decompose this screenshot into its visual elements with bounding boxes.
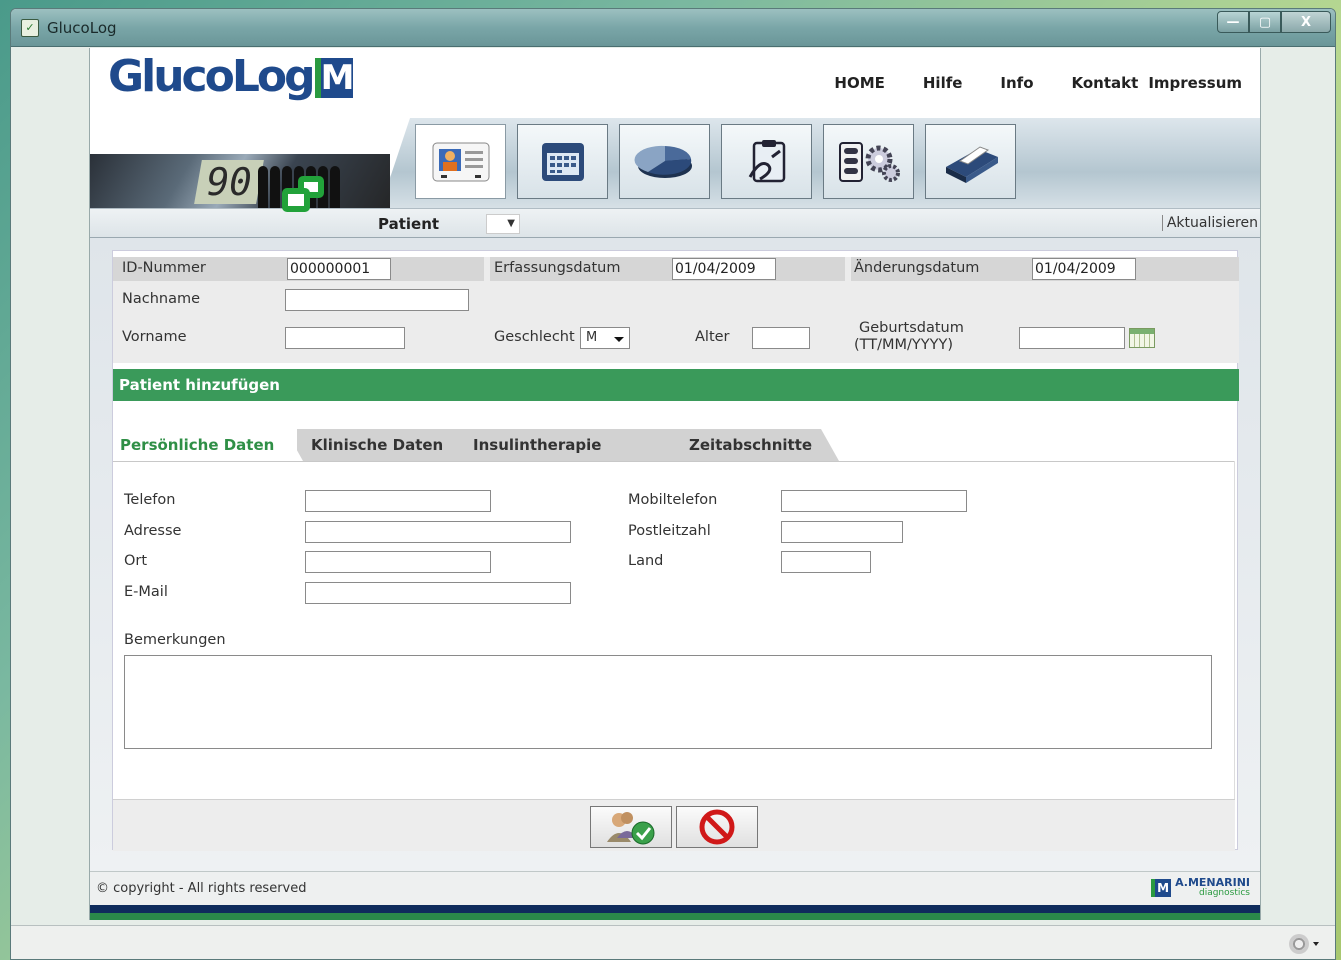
cancel-no-icon — [699, 809, 735, 845]
calendar-picker-icon[interactable] — [1129, 328, 1155, 348]
toolbar — [415, 124, 1016, 199]
city-field[interactable] — [305, 551, 491, 573]
patient-selector-row: Patient ▼ Aktualisieren — [90, 208, 1260, 238]
notes-label: Bemerkungen — [124, 632, 226, 648]
zip-field[interactable] — [781, 521, 903, 543]
form-actions — [113, 799, 1235, 851]
patient-form-panel: ID-Nummer Erfassungsdatum Änderungsdatum… — [112, 250, 1239, 851]
nav-help[interactable]: Hilfe — [923, 74, 963, 92]
tab-insulin[interactable]: Insulintherapie — [453, 429, 683, 461]
country-field[interactable] — [781, 551, 871, 573]
save-patient-button[interactable] — [590, 806, 672, 848]
chevron-down-icon[interactable] — [1313, 942, 1319, 949]
main-content: ID-Nummer Erfassungsdatum Änderungsdatum… — [90, 238, 1260, 871]
copyright-text: © copyright - All rights reserved — [96, 881, 307, 896]
calendar-icon[interactable] — [517, 124, 608, 199]
chevron-down-icon: ▼ — [507, 218, 515, 229]
changed-label: Änderungsdatum — [854, 260, 980, 276]
tab-strip: Zeitabschnitte Insulintherapie Klinische… — [113, 429, 1239, 463]
phone-label: Telefon — [124, 492, 176, 508]
footer: © copyright - All rights reserved M A.ME… — [90, 871, 1260, 905]
firstname-label: Vorname — [122, 329, 187, 345]
age-field[interactable] — [752, 327, 810, 349]
window-title: GlucoLog — [47, 19, 117, 37]
glucolog-logo: GlucoLog M — [108, 51, 355, 102]
menarini-mark-icon: M — [1151, 879, 1172, 897]
nav-info[interactable]: Info — [1000, 74, 1033, 92]
status-bar — [11, 925, 1335, 959]
created-label: Erfassungsdatum — [494, 260, 621, 276]
country-label: Land — [628, 553, 664, 569]
zip-label: Postleitzahl — [628, 523, 711, 539]
menarini-mark-icon: M — [314, 58, 354, 98]
page-header: GlucoLog M HOME Hilfe Info Kontakt Impres… — [90, 48, 1260, 118]
tab-clinical[interactable]: Klinische Daten — [297, 429, 473, 461]
app-icon: ✓ — [21, 19, 39, 37]
gender-label: Geschlecht — [494, 329, 575, 345]
email-field[interactable] — [305, 582, 571, 604]
city-label: Ort — [124, 553, 148, 569]
patient-header-form: ID-Nummer Erfassungsdatum Änderungsdatum… — [113, 257, 1239, 363]
personal-data-tab-body: Telefon Mobiltelefon Adresse Postleitzah… — [113, 461, 1235, 801]
dob-field[interactable] — [1019, 327, 1125, 349]
close-button[interactable]: X — [1281, 11, 1331, 33]
notes-textarea[interactable] — [124, 655, 1212, 749]
title-bar[interactable]: ✓ GlucoLog — ▢ X — [11, 9, 1335, 47]
patient-card-icon[interactable] — [415, 124, 506, 199]
lastname-label: Nachname — [122, 291, 201, 307]
linked-screens-logo-icon — [282, 176, 326, 216]
address-field[interactable] — [305, 521, 571, 543]
mobile-field[interactable] — [781, 490, 967, 512]
app-page: GlucoLog M HOME Hilfe Info Kontakt Impres… — [89, 48, 1261, 920]
id-field[interactable] — [287, 258, 391, 280]
toolbar-band: 90 Patient ▼ Aktualisieren — [90, 118, 1260, 238]
add-patient-check-icon — [607, 812, 655, 845]
patient-label: Patient — [378, 215, 440, 233]
pie-chart-icon[interactable] — [619, 124, 710, 199]
mobile-label: Mobiltelefon — [628, 492, 718, 508]
maximize-button[interactable]: ▢ — [1249, 11, 1281, 33]
menarini-logo: M A.MENARINI diagnostics — [1151, 877, 1250, 898]
nav-home[interactable]: HOME — [834, 74, 884, 92]
settings-gear-icon[interactable] — [823, 124, 914, 199]
tab-periods[interactable]: Zeitabschnitte — [655, 429, 839, 461]
minimize-button[interactable]: — — [1217, 11, 1249, 33]
patient-dropdown[interactable]: ▼ — [486, 214, 520, 234]
email-label: E-Mail — [124, 584, 168, 600]
nav-imprint[interactable]: Impressum — [1148, 74, 1242, 92]
meter-reading: 90 — [194, 160, 264, 204]
changed-date-field[interactable] — [1032, 258, 1136, 280]
top-navigation: HOME Hilfe Info Kontakt Impressum — [796, 74, 1242, 92]
refresh-link[interactable]: Aktualisieren — [1161, 215, 1258, 231]
lastname-field[interactable] — [285, 289, 469, 311]
gender-select[interactable]: M — [580, 327, 630, 349]
dob-label: Geburtsdatum — [859, 320, 964, 336]
tab-personal[interactable]: Persönliche Daten — [113, 429, 303, 461]
printer-icon[interactable] — [925, 124, 1016, 199]
id-label: ID-Nummer — [122, 260, 206, 276]
age-label: Alter — [695, 329, 730, 345]
firstname-field[interactable] — [285, 327, 405, 349]
cancel-button[interactable] — [676, 806, 758, 848]
clipboard-icon[interactable] — [721, 124, 812, 199]
created-date-field[interactable] — [672, 258, 776, 280]
application-window: ✓ GlucoLog — ▢ X GlucoLog M HOME Hilfe In… — [10, 8, 1336, 960]
phone-field[interactable] — [305, 490, 491, 512]
nav-contact[interactable]: Kontakt — [1072, 74, 1139, 92]
dob-format-label: (TT/MM/YYYY) — [854, 337, 953, 353]
address-label: Adresse — [124, 523, 182, 539]
section-title: Patient hinzufügen — [113, 369, 1239, 401]
gear-icon[interactable] — [1289, 934, 1309, 954]
